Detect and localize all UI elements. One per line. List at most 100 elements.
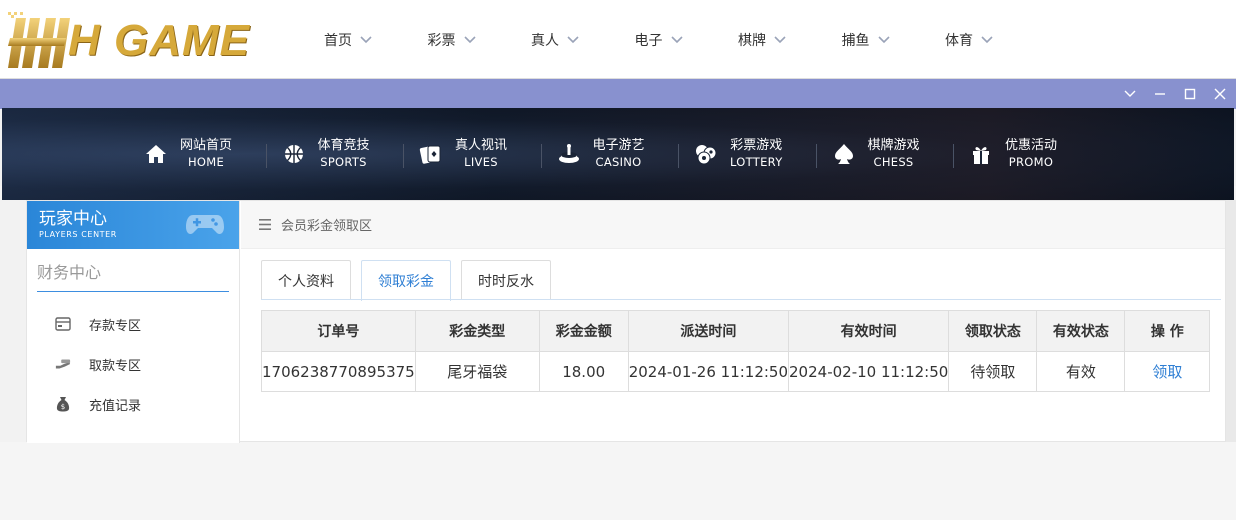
top-nav-label: 首页 [324,33,352,49]
game-nav-label: 优惠活动 [1005,138,1058,153]
cell-order-id: 1706238770895375 [261,351,416,392]
game-nav-sublabel: HOME [187,155,225,169]
logo-mark-icon [8,12,70,68]
col-valid-time: 有效时间 [788,310,950,352]
site-logo[interactable]: H GAME [6,10,268,72]
game-nav-sublabel: CHESS [873,155,914,169]
cards-icon [419,142,443,166]
chevron-down-icon [670,36,683,44]
chevron-down-icon [360,36,372,44]
cell-claim-status: 待领取 [948,351,1038,392]
cell-valid-time: 2024-02-10 11:12:50 [788,351,950,392]
window-maximize-button[interactable] [1182,86,1198,102]
top-nav-electronic[interactable]: 电子 [635,30,739,50]
minimize-icon [1155,93,1165,95]
top-nav-label: 彩票 [427,33,456,49]
sidebar: 玩家中心 PLAYERS CENTER 财务中心 存款专区 取款专区 $ 充值记… [27,201,240,443]
sidebar-section-finance: 财务中心 [37,257,229,292]
top-nav-label: 真人 [531,33,559,49]
cell-valid-status: 有效 [1036,351,1126,392]
table-row: 1706238770895375 尾牙福袋 18.00 2024-01-26 1… [261,351,1211,392]
game-nav-label: 电子游艺 [592,138,645,153]
top-nav-home[interactable]: 首页 [324,30,428,50]
game-nav-lottery[interactable]: 彩票游戏 LOTTERY [678,136,832,172]
col-send-time: 派送时间 [627,310,790,352]
top-nav-live[interactable]: 真人 [531,30,635,50]
game-nav-label: 网站首页 [180,138,233,153]
left-margin [0,200,26,442]
top-nav-label: 体育 [945,33,973,49]
game-nav-sublabel: PROMO [1008,155,1054,169]
col-valid-status: 有效状态 [1036,310,1126,352]
col-bonus-amount: 彩金金额 [538,310,629,352]
menu-icon [259,219,271,230]
money-bag-icon: $ [55,396,71,412]
game-nav-sublabel: LIVES [464,155,498,169]
tab-claim-bonus[interactable]: 领取彩金 [361,260,451,301]
logo-text: H GAME [68,16,250,65]
svg-text:$: $ [61,403,65,411]
game-category-nav: 网站首页 HOME 体育竞技 SPORTS 真人视讯 LIVES 电子游艺 CA… [2,108,1234,200]
top-nav-label: 捕鱼 [841,33,870,49]
game-nav-lives[interactable]: 真人视讯 LIVES [403,136,557,172]
game-nav-label: 体育竞技 [317,138,370,153]
game-nav-promo[interactable]: 优惠活动 PROMO [953,136,1107,172]
claim-link[interactable]: 领取 [1124,351,1211,392]
col-action: 操 作 [1124,310,1211,352]
bonus-table: 订单号 彩金类型 彩金金额 派送时间 有效时间 领取状态 有效状态 操 作 17… [261,310,1211,392]
chevron-down-icon [1124,90,1136,97]
top-nav-sports[interactable]: 体育 [945,30,1049,50]
cell-send-time: 2024-01-26 11:12:50 [627,351,790,392]
breadcrumb: 会员彩金领取区 [241,201,1225,249]
sidebar-item-deposit[interactable]: 存款专区 [27,304,239,344]
sidebar-header: 玩家中心 PLAYERS CENTER [27,201,239,249]
col-bonus-type: 彩金类型 [414,310,540,352]
gamepad-icon [186,215,224,235]
cell-bonus-amount: 18.00 [538,351,629,392]
table-header-row: 订单号 彩金类型 彩金金额 派送时间 有效时间 领取状态 有效状态 操 作 [261,310,1211,352]
wallet-icon [55,316,71,332]
site-header: H GAME 首页 彩票 真人 电子 棋牌 捕鱼 体育 [0,0,1236,78]
top-nav-chess[interactable]: 棋牌 [738,30,842,50]
sidebar-item-label: 取款专区 [89,358,142,374]
slot-icon [557,142,581,166]
chevron-down-icon [463,36,476,44]
game-nav-sublabel: CASINO [595,155,642,169]
game-nav-home[interactable]: 网站首页 HOME [144,136,282,172]
sidebar-item-withdraw[interactable]: 取款专区 [27,344,239,384]
game-nav-chess[interactable]: 棋牌游戏 CHESS [815,136,970,172]
game-nav-sports[interactable]: 体育竞技 SPORTS [265,136,420,172]
tab-rebate[interactable]: 时时反水 [461,260,551,300]
right-scroll-gutter [1226,200,1236,442]
player-center-panel: 玩家中心 PLAYERS CENTER 财务中心 存款专区 取款专区 $ 充值记… [26,200,1226,443]
window-title-bar[interactable] [0,79,1236,109]
chevron-down-icon [774,36,786,44]
sidebar-item-label: 充值记录 [89,398,142,414]
game-nav-sublabel: LOTTERY [730,155,783,169]
breadcrumb-label: 会员彩金领取区 [281,219,373,234]
home-icon [144,142,168,166]
game-nav-casino[interactable]: 电子游艺 CASINO [540,136,695,172]
top-nav-fishing[interactable]: 捕鱼 [842,30,946,50]
close-icon [1214,88,1226,100]
top-nav-label: 电子 [634,33,663,49]
window-close-button[interactable] [1212,86,1228,102]
game-nav-label: 真人视讯 [455,138,508,153]
cell-bonus-type: 尾牙福袋 [414,351,540,392]
window-minimize-button[interactable] [1152,86,1168,102]
lottery-balls-icon [694,142,718,166]
tab-profile[interactable]: 个人资料 [261,260,351,300]
chevron-down-icon [981,36,993,44]
chevron-down-icon [567,36,579,44]
gift-icon [969,142,993,166]
top-nav-lottery[interactable]: 彩票 [428,30,532,50]
spade-icon [832,142,856,166]
col-order-id: 订单号 [261,310,416,352]
col-claim-status: 领取状态 [948,310,1038,352]
window-collapse-button[interactable] [1122,86,1138,102]
tab-underline [261,299,1221,300]
game-nav-sublabel: SPORTS [320,155,367,169]
sidebar-item-recharge-record[interactable]: $ 充值记录 [27,384,239,424]
basketball-icon [282,142,306,166]
top-nav-label: 棋牌 [738,33,766,49]
